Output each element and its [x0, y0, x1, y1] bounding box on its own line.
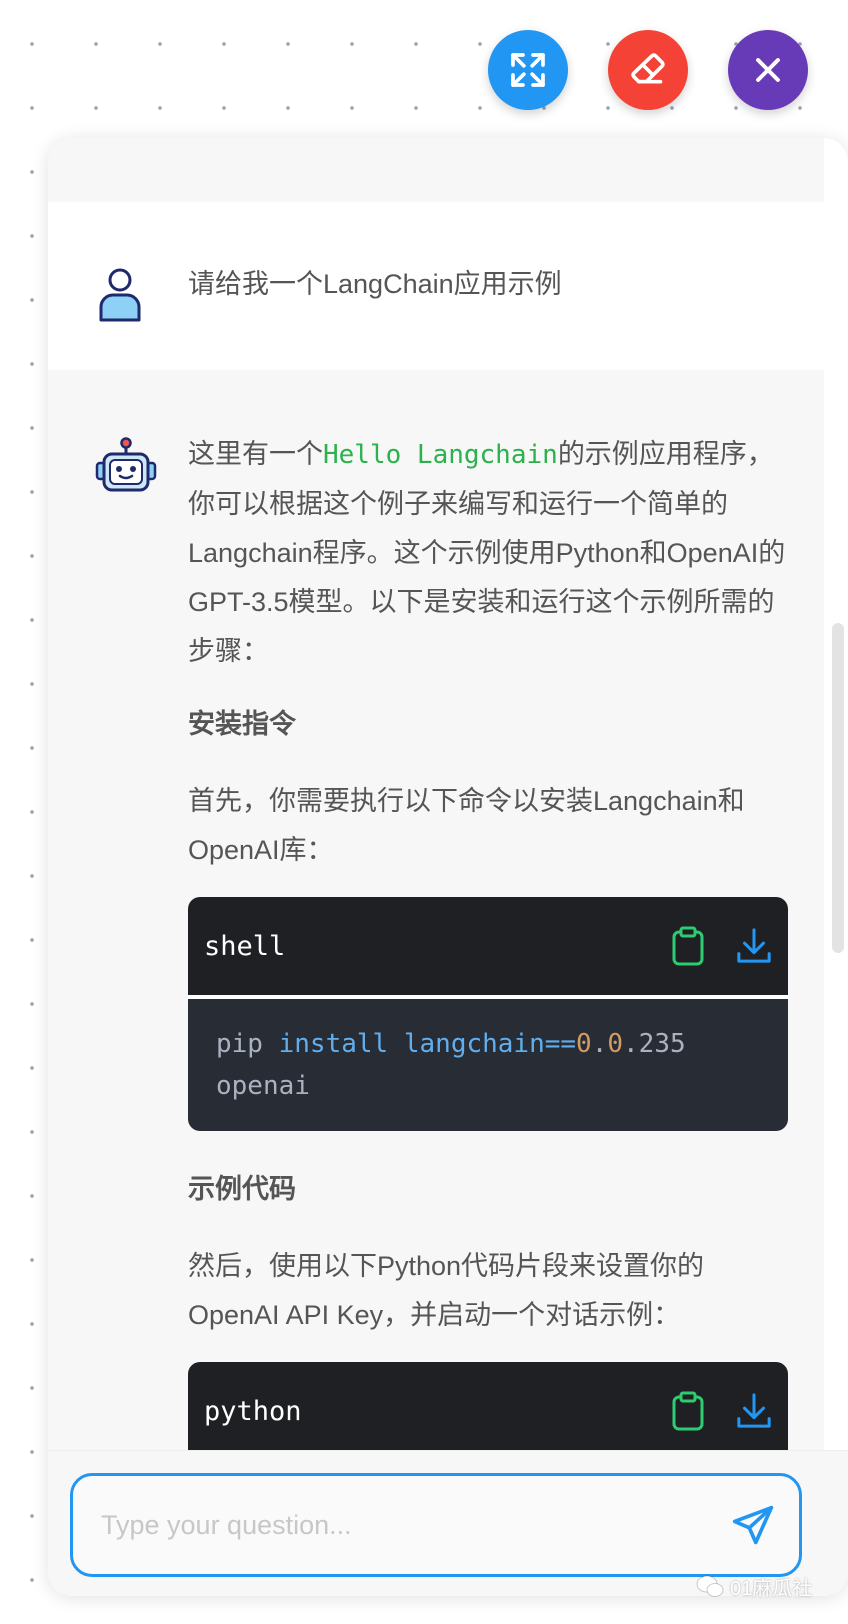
bot-message: 这里有一个Hello Langchain的示例应用程序，你可以根据这个例子来编写…: [48, 370, 824, 1450]
bot-intro-paragraph: 这里有一个Hello Langchain的示例应用程序，你可以根据这个例子来编写…: [188, 430, 788, 676]
user-message: 请给我一个LangChain应用示例: [48, 202, 824, 370]
section-heading-code: 示例代码: [188, 1174, 296, 1204]
download-icon: [737, 1393, 771, 1428]
send-button[interactable]: [731, 1504, 775, 1548]
bot-intro-text: 这里有一个: [188, 439, 323, 469]
code-intro-paragraph: 然后，使用以下Python代码片段来设置你的OpenAI API Key，并启动…: [188, 1251, 705, 1330]
code-language-label: python: [204, 1395, 302, 1427]
question-input[interactable]: [99, 1502, 703, 1548]
code-block-body: pip install langchain==0.0.235 openai: [188, 999, 788, 1131]
copy-code-button[interactable]: [670, 1391, 706, 1431]
scrollbar-track[interactable]: [824, 138, 848, 1450]
robot-icon: [95, 437, 157, 492]
user-icon: [99, 268, 141, 322]
user-message-text: 请给我一个LangChain应用示例: [188, 269, 562, 299]
clipboard-icon: [672, 1391, 704, 1431]
download-code-button[interactable]: [736, 1391, 772, 1431]
expand-arrows-icon: [511, 53, 545, 87]
code-language-label: shell: [204, 930, 286, 962]
code-line: pip install langchain==0.0.235: [216, 1023, 760, 1065]
code-token: .235: [623, 1029, 686, 1059]
close-icon: [756, 58, 780, 82]
code-token: install: [278, 1029, 389, 1059]
code-line: openai: [216, 1071, 310, 1101]
user-avatar: [98, 267, 142, 327]
install-paragraph: 首先，你需要执行以下命令以安装Langchain和OpenAI库：: [188, 786, 745, 865]
code-token: pip: [216, 1029, 279, 1059]
code-block-python: python: [188, 1362, 788, 1450]
message-list-top: [48, 138, 824, 202]
clear-chat-button[interactable]: [608, 30, 688, 110]
expand-button[interactable]: [488, 30, 568, 110]
watermark: 01麻瓜社: [696, 1572, 812, 1601]
watermark-text: 01麻瓜社: [730, 1578, 813, 1600]
code-token: 0: [607, 1029, 624, 1059]
question-input-box: [70, 1473, 802, 1577]
inline-code: Hello Langchain: [323, 440, 558, 470]
bot-intro-text-cont: 的示例应用程序，你可以根据这个例子来编写和运行一个简单的Langchain程序。…: [188, 439, 786, 666]
code-block-shell: shell pip install langchain==0.0.235 ope…: [188, 897, 788, 1131]
download-code-button[interactable]: [736, 926, 772, 966]
download-icon: [737, 928, 771, 963]
section-heading-install: 安装指令: [188, 709, 296, 739]
code-token: 0: [576, 1029, 592, 1059]
scrollbar-thumb[interactable]: [832, 623, 844, 953]
code-block-header: python: [188, 1362, 788, 1450]
bot-avatar: [95, 436, 157, 498]
chat-panel: 请给我一个LangChain应用示例 这里有一个Hello Langchain的…: [48, 138, 848, 1596]
message-list[interactable]: 请给我一个LangChain应用示例 这里有一个Hello Langchain的…: [48, 138, 824, 1450]
send-icon: [732, 1505, 774, 1545]
copy-code-button[interactable]: [670, 926, 706, 966]
clipboard-icon: [672, 926, 704, 966]
wechat-icon: [696, 1575, 724, 1597]
code-token: .: [591, 1029, 608, 1059]
eraser-icon: [631, 53, 665, 84]
code-block-header: shell: [188, 897, 788, 999]
code-token: langchain==: [403, 1029, 577, 1059]
close-button[interactable]: [728, 30, 808, 110]
